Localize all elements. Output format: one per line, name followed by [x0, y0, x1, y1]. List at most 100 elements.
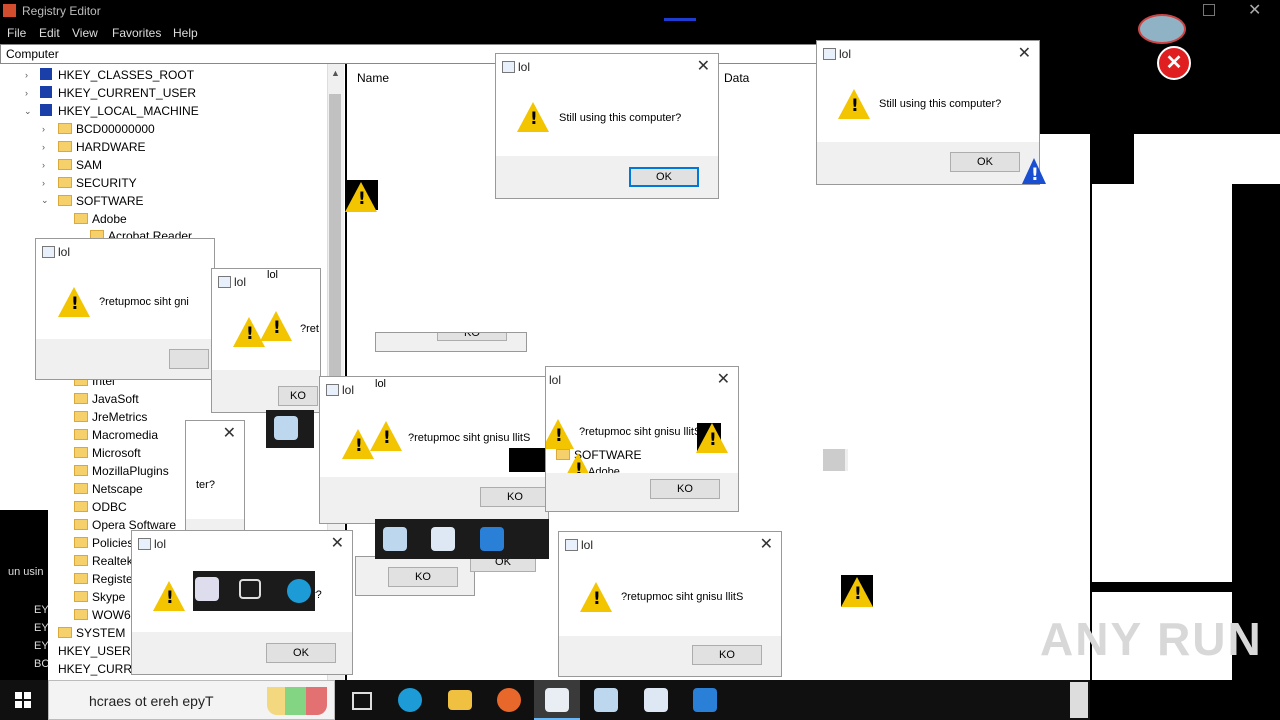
close-icon[interactable]: ✕ — [1018, 43, 1031, 63]
tree-item[interactable]: MozillaPlugins — [74, 464, 169, 478]
chevron-down-icon[interactable]: ⌄ — [24, 106, 32, 117]
watermark: ANY RUN — [1040, 613, 1263, 665]
ko-button[interactable]: KO — [437, 333, 507, 341]
folder-icon — [74, 591, 88, 602]
notepad-icon[interactable] — [383, 527, 407, 551]
folder-icon — [74, 465, 88, 476]
cubes-icon[interactable] — [693, 688, 717, 712]
tree-item[interactable]: HKEY_CLASSES_ROOT — [58, 68, 194, 82]
dialog-title: lol — [375, 378, 387, 390]
tree-item[interactable]: SECURITY — [58, 176, 137, 190]
menu-edit[interactable]: Edit — [39, 26, 60, 40]
task-view-icon[interactable] — [239, 579, 261, 599]
taskbar-scrollbar[interactable] — [1070, 682, 1088, 718]
ok-button[interactable]: OK — [266, 643, 336, 663]
notepad-icon[interactable] — [274, 416, 298, 440]
chevron-right-icon[interactable]: › — [42, 124, 45, 134]
tree-item[interactable]: Policies — [74, 536, 133, 550]
ko-button[interactable]: KO — [650, 479, 720, 499]
chevron-right-icon[interactable]: › — [25, 70, 28, 80]
task-view-icon[interactable] — [352, 692, 372, 710]
tree-item[interactable]: WOW64 — [74, 608, 137, 622]
tree-item[interactable]: Adobe — [74, 212, 127, 226]
flask-icon[interactable] — [195, 577, 219, 601]
chevron-right-icon[interactable]: › — [42, 178, 45, 188]
folder-icon — [74, 609, 88, 620]
close-icon[interactable]: ✕ — [1248, 0, 1261, 20]
dialog-title: lol — [581, 538, 594, 552]
close-icon[interactable]: ✕ — [717, 369, 730, 389]
menu-favorites[interactable]: Favorites — [112, 26, 161, 40]
warning-icon — [696, 423, 728, 453]
scroll-up-icon[interactable]: ▲ — [331, 68, 340, 78]
tree-item[interactable]: SYSTEM — [58, 626, 125, 640]
tree-item[interactable]: ODBC — [74, 500, 127, 514]
cubes-icon[interactable] — [480, 527, 504, 551]
restore-icon[interactable] — [1203, 4, 1215, 16]
tree-item[interactable]: JreMetrics — [74, 410, 147, 424]
tree-item[interactable]: HKEY_LOCAL_MACHINE — [58, 104, 199, 118]
dialog-message: ?retupmoc siht gnisu llitS — [408, 432, 531, 444]
firefox-icon[interactable] — [497, 688, 521, 712]
edge-icon[interactable] — [287, 579, 311, 603]
glitch-block — [509, 448, 545, 472]
wordpad-icon[interactable] — [644, 688, 668, 712]
tree-item[interactable]: Microsoft — [74, 446, 141, 460]
dialog-app-icon — [326, 384, 339, 396]
ok-button[interactable]: OK — [950, 152, 1020, 172]
hive-icon — [40, 104, 52, 116]
file-explorer-icon[interactable] — [448, 690, 472, 710]
tree-item[interactable]: HKEY_USERS — [58, 644, 139, 658]
ko-button[interactable]: KO — [692, 645, 762, 665]
search-input[interactable]: hcraes ot ereh epyT — [48, 680, 335, 720]
regedit-taskbar-button[interactable] — [534, 680, 580, 720]
flask-icon — [267, 687, 327, 715]
glitch-block — [1232, 184, 1280, 310]
tree-item[interactable]: Realtek — [74, 554, 133, 568]
tree-item[interactable]: SOFTWARE — [58, 194, 144, 208]
tree-item[interactable]: Skype — [74, 590, 125, 604]
tree-item[interactable]: Netscape — [74, 482, 143, 496]
chevron-right-icon[interactable]: › — [42, 142, 45, 152]
wordpad-icon[interactable] — [431, 527, 455, 551]
chevron-right-icon[interactable]: › — [25, 88, 28, 98]
folder-icon — [74, 537, 88, 548]
column-header-data[interactable]: Data — [724, 71, 749, 85]
start-icon[interactable] — [15, 692, 31, 708]
ko-button[interactable]: KO — [388, 567, 458, 587]
ok-button[interactable]: KO — [278, 386, 318, 406]
tree-item[interactable]: HARDWARE — [58, 140, 146, 154]
ok-button[interactable]: OK — [629, 167, 699, 187]
tree-item[interactable]: Macromedia — [74, 428, 158, 442]
edge-icon[interactable] — [398, 688, 422, 712]
menu-view[interactable]: View — [72, 26, 98, 40]
taskbar-fragment — [266, 410, 314, 448]
folder-icon — [58, 195, 72, 206]
tree-item[interactable]: Register — [74, 572, 137, 586]
dialog-app-icon — [823, 48, 836, 60]
close-icon[interactable]: ✕ — [760, 534, 773, 554]
notepad-icon[interactable] — [594, 688, 618, 712]
fragment-text: EY — [34, 604, 49, 616]
menu-help[interactable]: Help — [173, 26, 198, 40]
column-header-name[interactable]: Name — [357, 71, 389, 85]
close-icon[interactable]: ✕ — [697, 56, 710, 76]
ko-button[interactable]: KO — [480, 487, 548, 507]
chevron-right-icon[interactable]: › — [42, 160, 45, 170]
error-icon: ✕ — [1157, 46, 1191, 80]
tree-item[interactable]: HKEY_CURRENT_USER — [58, 86, 196, 100]
tree-item[interactable]: BCD00000000 — [58, 122, 155, 136]
tree-item[interactable]: SAM — [58, 158, 102, 172]
dialog-footer: OK — [817, 142, 1039, 184]
dialog-fragment: KO — [375, 332, 527, 352]
ok-button[interactable] — [169, 349, 209, 369]
tree-scroll-thumb[interactable] — [329, 94, 341, 394]
menu-file[interactable]: File — [7, 26, 26, 40]
close-icon[interactable]: ✕ — [223, 423, 236, 443]
tree-item[interactable]: JavaSoft — [74, 392, 139, 406]
folder-icon — [58, 123, 72, 134]
close-icon[interactable]: ✕ — [331, 533, 344, 553]
warning-icon — [580, 582, 612, 612]
chevron-down-icon[interactable]: ⌄ — [41, 195, 49, 206]
folder-icon — [74, 393, 88, 404]
